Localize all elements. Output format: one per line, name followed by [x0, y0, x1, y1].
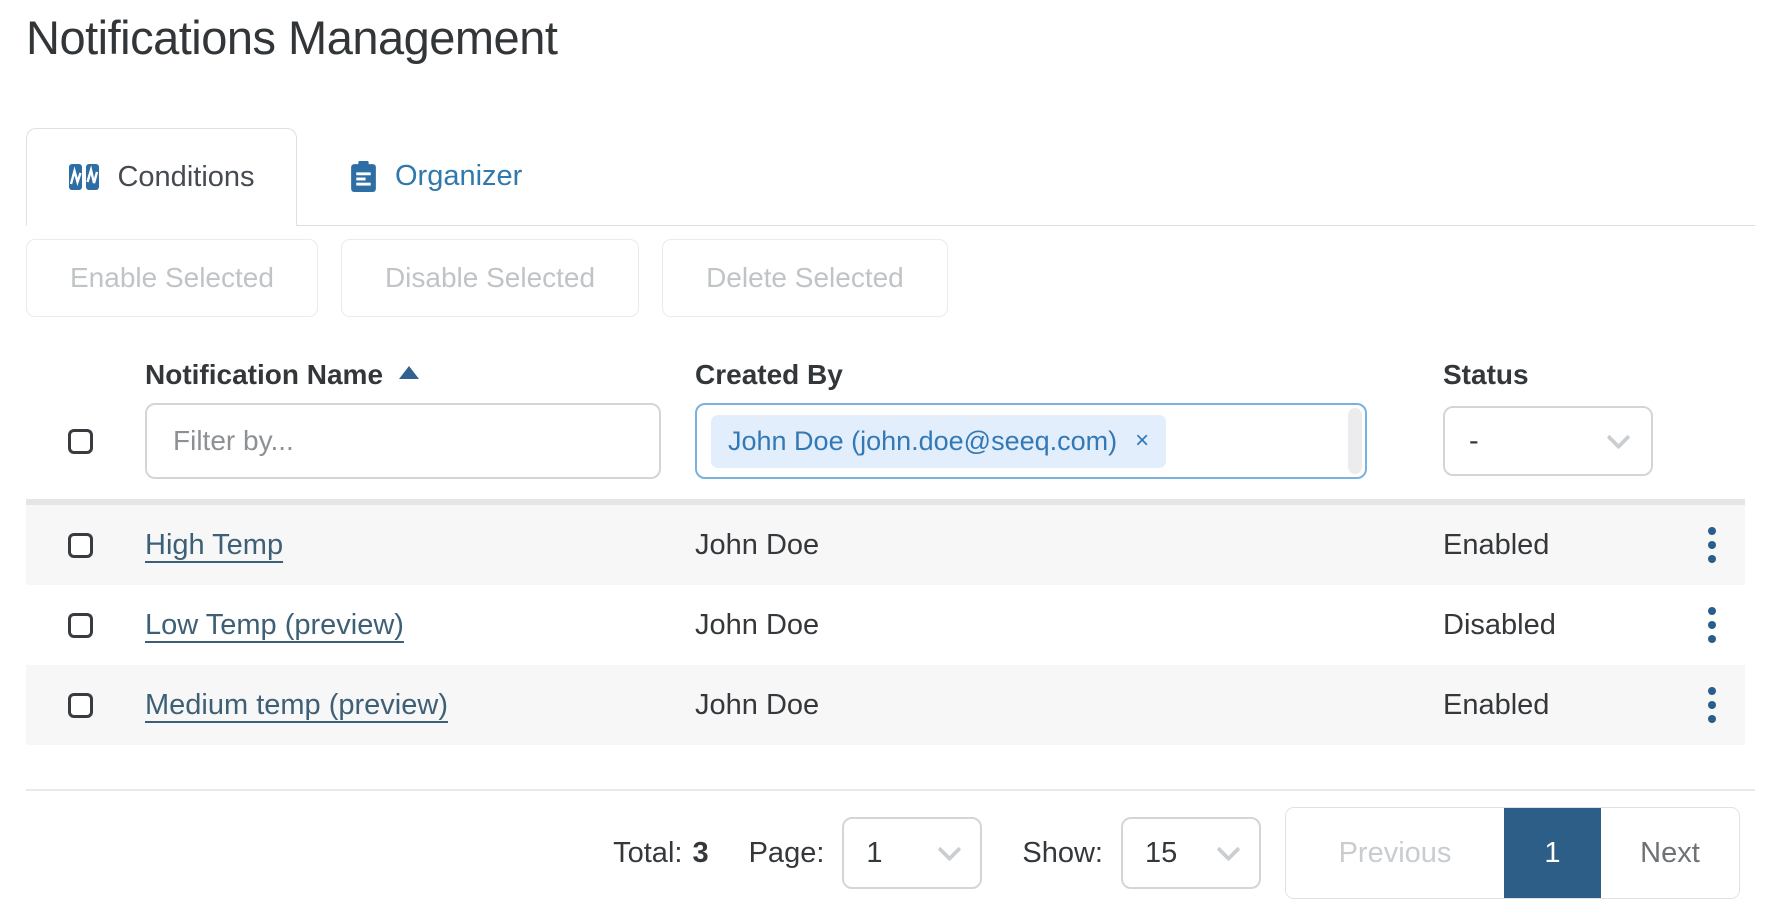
column-header-notification-name[interactable]: Notification Name	[145, 359, 695, 391]
status-filter-value: -	[1469, 425, 1479, 458]
created-by-value: John Doe	[695, 689, 1443, 722]
footer-divider	[26, 789, 1755, 791]
show-select[interactable]: 15	[1121, 817, 1261, 889]
status-filter-select[interactable]: -	[1443, 406, 1653, 476]
notification-link[interactable]: Low Temp (preview)	[145, 609, 404, 641]
row-menu-kebab-icon[interactable]	[1700, 519, 1724, 571]
total-label: Total:	[613, 837, 682, 870]
row-checkbox[interactable]	[68, 693, 93, 718]
column-header-created-by[interactable]: Created By	[695, 359, 1443, 391]
show-label: Show:	[1022, 837, 1103, 870]
status-value: Enabled	[1443, 529, 1700, 562]
chevron-down-icon	[1216, 837, 1240, 861]
column-header-status: Status	[1443, 359, 1700, 391]
enable-selected-button[interactable]: Enable Selected	[26, 239, 318, 317]
page-select[interactable]: 1	[842, 817, 982, 889]
created-by-value: John Doe	[695, 609, 1443, 642]
table-filter-row: John Doe (john.doe@seeq.com) × -	[26, 403, 1745, 479]
select-all-checkbox[interactable]	[68, 429, 93, 454]
status-value: Enabled	[1443, 689, 1700, 722]
tab-bar: Conditions Organizer	[26, 128, 1755, 226]
table-row: High Temp John Doe Enabled	[26, 505, 1745, 585]
table-row: Low Temp (preview) John Doe Disabled	[26, 585, 1745, 665]
created-by-token-label: John Doe (john.doe@seeq.com)	[728, 426, 1117, 457]
tab-conditions[interactable]: Conditions	[26, 128, 297, 226]
tab-conditions-label: Conditions	[117, 161, 254, 194]
row-menu-kebab-icon[interactable]	[1700, 599, 1724, 651]
chevron-down-icon	[1606, 425, 1630, 449]
row-checkbox[interactable]	[68, 533, 93, 558]
previous-page-button[interactable]: Previous	[1286, 808, 1504, 898]
current-page-button[interactable]: 1	[1504, 808, 1601, 898]
created-by-value: John Doe	[695, 529, 1443, 562]
table-body: High Temp John Doe Enabled Low Temp (pre…	[26, 505, 1745, 745]
remove-token-icon[interactable]: ×	[1135, 429, 1149, 453]
row-menu-kebab-icon[interactable]	[1700, 679, 1724, 731]
notification-link[interactable]: High Temp	[145, 529, 283, 561]
status-value: Disabled	[1443, 609, 1700, 642]
notification-link[interactable]: Medium temp (preview)	[145, 689, 448, 721]
notifications-management-page: Notifications Management Conditions	[0, 0, 1779, 899]
created-by-filter-select[interactable]: John Doe (john.doe@seeq.com) ×	[695, 403, 1367, 479]
chevron-down-icon	[938, 837, 962, 861]
table-header-row: Notification Name Created By Status	[26, 341, 1745, 391]
show-select-value: 15	[1145, 837, 1177, 870]
conditions-icon	[68, 161, 100, 193]
page-title: Notifications Management	[26, 10, 1779, 66]
delete-selected-button[interactable]: Delete Selected	[662, 239, 948, 317]
table-footer: Total: 3 Page: 1 Show: 15 Previous 1 Nex…	[26, 807, 1740, 899]
organizer-icon	[349, 160, 378, 193]
row-checkbox[interactable]	[68, 613, 93, 638]
page-select-value: 1	[866, 837, 882, 870]
tab-organizer[interactable]: Organizer	[297, 127, 574, 225]
next-page-button[interactable]: Next	[1601, 808, 1739, 898]
disable-selected-button[interactable]: Disable Selected	[341, 239, 639, 317]
total-value: 3	[692, 837, 708, 870]
notification-name-filter-input[interactable]	[145, 403, 661, 479]
table-row: Medium temp (preview) John Doe Enabled	[26, 665, 1745, 745]
created-by-token: John Doe (john.doe@seeq.com) ×	[711, 415, 1166, 468]
scrollbar-track	[1348, 408, 1362, 474]
pagination: Previous 1 Next	[1285, 807, 1740, 899]
bulk-actions: Enable Selected Disable Selected Delete …	[26, 239, 1779, 317]
sort-ascending-icon	[399, 366, 419, 379]
notifications-table: Notification Name Created By Status J	[26, 341, 1745, 745]
tab-organizer-label: Organizer	[395, 160, 522, 193]
page-label: Page:	[749, 837, 825, 870]
